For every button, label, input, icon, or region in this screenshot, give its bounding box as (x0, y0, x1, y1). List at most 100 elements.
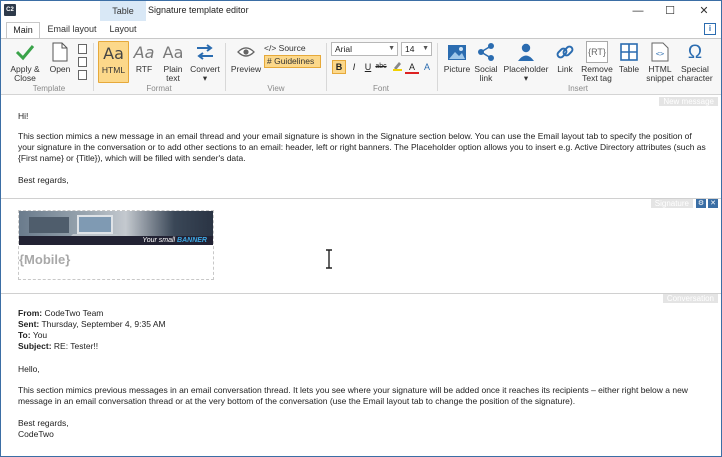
font-size-select[interactable]: 14 ▼ (401, 42, 432, 56)
group-label-font: Font (372, 84, 389, 93)
tab-main[interactable]: Main (6, 22, 40, 38)
title-bar: C2 Table Signature template editor — ☐ ✕ (1, 1, 721, 21)
info-button[interactable]: i (704, 23, 716, 35)
conversation-greeting: Hello, (18, 364, 40, 374)
laptop-illustration (29, 215, 119, 236)
font-family-select[interactable]: Arial ▼ (331, 42, 398, 56)
insert-link-button[interactable]: Link (552, 41, 578, 74)
section-label-new-message: New message (659, 97, 718, 106)
insert-placeholder-button[interactable]: Placeholder ▾ (502, 41, 550, 83)
close-button[interactable]: ✕ (689, 1, 719, 21)
omega-icon: Ω (687, 41, 703, 63)
export-icon[interactable] (78, 70, 87, 80)
strikethrough-button[interactable]: abc (374, 60, 388, 74)
signature-content[interactable]: Your small BANNER {Mobile} (18, 210, 214, 280)
subject-value: RE: Tester!! (53, 341, 99, 351)
to-label: To: (18, 330, 31, 340)
document-icon (52, 42, 68, 62)
remove-text-tag-button[interactable]: {RT} Remove Text tag (580, 41, 614, 83)
conversation-closing-2: CodeTwo (18, 429, 54, 439)
preview-button[interactable]: Preview (230, 41, 262, 74)
user-card-icon (518, 43, 534, 61)
ribbon-separator (326, 43, 327, 91)
text-effects-button[interactable]: A (420, 60, 434, 74)
insert-picture-button[interactable]: Picture (442, 41, 472, 74)
rtf-format-button[interactable]: Aa RTF (131, 41, 157, 74)
convert-arrows-icon (197, 44, 213, 60)
font-color-button[interactable]: A (405, 60, 419, 74)
section-divider (1, 198, 721, 199)
minimize-button[interactable]: — (623, 1, 653, 21)
special-character-label: Special character (677, 64, 713, 83)
conversation-closing-1: Best regards, (18, 418, 69, 428)
html-format-button[interactable]: Aa HTML (98, 41, 129, 83)
convert-button[interactable]: Convert ▾ (189, 41, 221, 83)
plain-text-aa-icon: Aa (162, 42, 184, 62)
italic-button[interactable]: I (347, 60, 361, 74)
link-icon (556, 45, 574, 59)
banner-image[interactable]: Your small BANNER (19, 211, 213, 245)
apply-close-button[interactable]: Apply & Close (5, 41, 45, 83)
rt-tag-icon: {RT} (588, 46, 606, 57)
save-icon[interactable] (78, 44, 87, 54)
plain-text-format-button[interactable]: Aa Plain text (158, 41, 188, 83)
source-button[interactable]: </> Source (264, 42, 322, 54)
bold-button[interactable]: B (332, 60, 346, 74)
font-size-value: 14 (405, 44, 415, 54)
sent-value: Thursday, September 4, 9:35 AM (41, 319, 166, 329)
html-snippet-label: HTML snippet (646, 64, 674, 83)
social-link-label: Social link (474, 64, 498, 83)
guidelines-button[interactable]: # Guidelines (264, 55, 321, 68)
code-snippet-icon: <> (651, 42, 669, 62)
section-label-conversation: Conversation (662, 294, 718, 303)
banner-caption-highlight: BANNER (177, 237, 207, 244)
conversation-sent-line: Sent: Thursday, September 4, 9:35 AM (18, 319, 166, 330)
subject-label: Subject: (18, 341, 52, 351)
insert-social-link-button[interactable]: Social link (472, 41, 500, 83)
ribbon: Apply & Close Open Template Aa HTML Aa R… (1, 38, 721, 95)
ribbon-separator (93, 43, 94, 91)
group-label-insert: Insert (567, 84, 588, 93)
tab-layout[interactable]: Layout (103, 22, 143, 38)
remove-text-tag-label: Remove Text tag (581, 64, 613, 83)
app-icon: C2 (4, 4, 16, 16)
table-label: Table (618, 64, 640, 74)
signature-settings-gear-icon[interactable]: ⚙ (696, 199, 706, 208)
text-cursor-icon (326, 249, 332, 269)
convert-dropdown-icon: ▾ (202, 73, 208, 83)
insert-special-character-button[interactable]: Ω Special character (677, 41, 713, 83)
html-aa-icon: Aa (103, 43, 124, 63)
window-title: Signature template editor (148, 5, 249, 15)
checkmark-icon (15, 45, 35, 61)
open-label: Open (49, 64, 71, 74)
from-value: CodeTwo Team (44, 308, 104, 318)
section-label-signature: Signature (650, 199, 693, 208)
ribbon-separator (225, 43, 226, 91)
link-label: Link (557, 64, 573, 74)
snippet-glyph: <> (656, 50, 664, 58)
mobile-placeholder-tag[interactable]: {Mobile} (19, 252, 70, 267)
editor-canvas[interactable]: New message Hi! This section mimics a ne… (1, 96, 721, 456)
share-icon (478, 43, 494, 61)
chevron-down-icon: ▼ (388, 45, 395, 52)
new-message-closing: Best regards, (18, 175, 69, 185)
highlighter-icon (392, 62, 402, 71)
signature-remove-close-icon[interactable]: ✕ (708, 199, 718, 208)
maximize-button[interactable]: ☐ (655, 1, 685, 21)
underline-button[interactable]: U (361, 60, 375, 74)
to-value: You (32, 330, 48, 340)
open-button[interactable]: Open (47, 41, 73, 74)
insert-table-button[interactable]: Table (616, 41, 642, 74)
chevron-down-icon: ▼ (422, 45, 429, 52)
context-tab-table[interactable]: Table (100, 1, 146, 21)
from-label: From: (18, 308, 43, 318)
picture-icon (448, 44, 466, 60)
new-message-greeting: Hi! (18, 111, 29, 121)
tab-email-layout[interactable]: Email layout (44, 22, 100, 38)
highlight-color-button[interactable] (390, 60, 404, 74)
insert-html-snippet-button[interactable]: <> HTML snippet (644, 41, 676, 83)
eye-icon (237, 47, 255, 57)
save-as-icon[interactable] (78, 57, 87, 67)
group-label-template: Template (32, 84, 66, 93)
group-label-view: View (267, 84, 285, 93)
